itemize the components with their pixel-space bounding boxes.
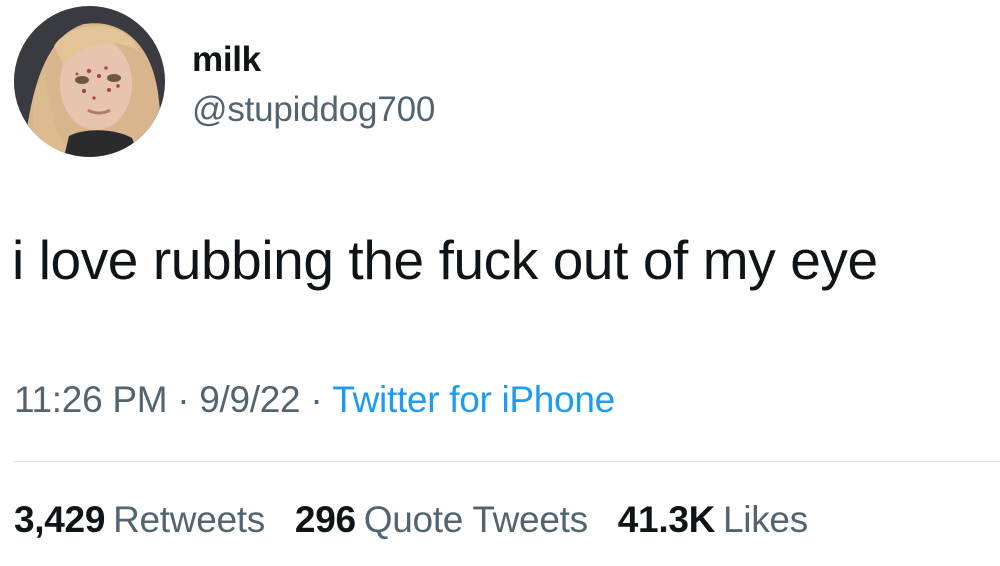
author-name[interactable]: milk <box>192 40 261 80</box>
likes-count: 41.3K <box>617 499 716 540</box>
tweet-source-link[interactable]: Twitter for iPhone <box>332 379 615 420</box>
likes-label: Likes <box>723 499 808 540</box>
retweets-count: 3,429 <box>14 499 106 540</box>
retweets-stat[interactable]: 3,429 Retweets <box>14 499 265 540</box>
quote-tweets-stat[interactable]: 296 Quote Tweets <box>295 499 588 540</box>
tweet-stats: 3,429 Retweets 296 Quote Tweets 41.3K Likes <box>14 498 828 542</box>
divider <box>14 461 1000 462</box>
quote-tweets-count: 296 <box>294 499 356 540</box>
avatar[interactable] <box>14 6 165 157</box>
tweet-meta: 11:26 PM · 9/9/22 · Twitter for iPhone <box>14 378 615 422</box>
tweet-time[interactable]: 11:26 PM <box>14 379 168 420</box>
meta-separator: · <box>310 379 323 420</box>
retweets-label: Retweets <box>113 499 265 540</box>
quote-tweets-label: Quote Tweets <box>363 499 588 540</box>
tweet-card: milk @stupiddog700 i love rubbing the fu… <box>0 0 1000 566</box>
tweet-text: i love rubbing the fuck out of my eye <box>12 229 878 291</box>
author-handle[interactable]: @stupiddog700 <box>192 90 435 130</box>
meta-separator: · <box>177 379 190 420</box>
avatar-photo <box>14 6 165 157</box>
tweet-date[interactable]: 9/9/22 <box>199 379 300 420</box>
likes-stat[interactable]: 41.3K Likes <box>618 499 808 540</box>
